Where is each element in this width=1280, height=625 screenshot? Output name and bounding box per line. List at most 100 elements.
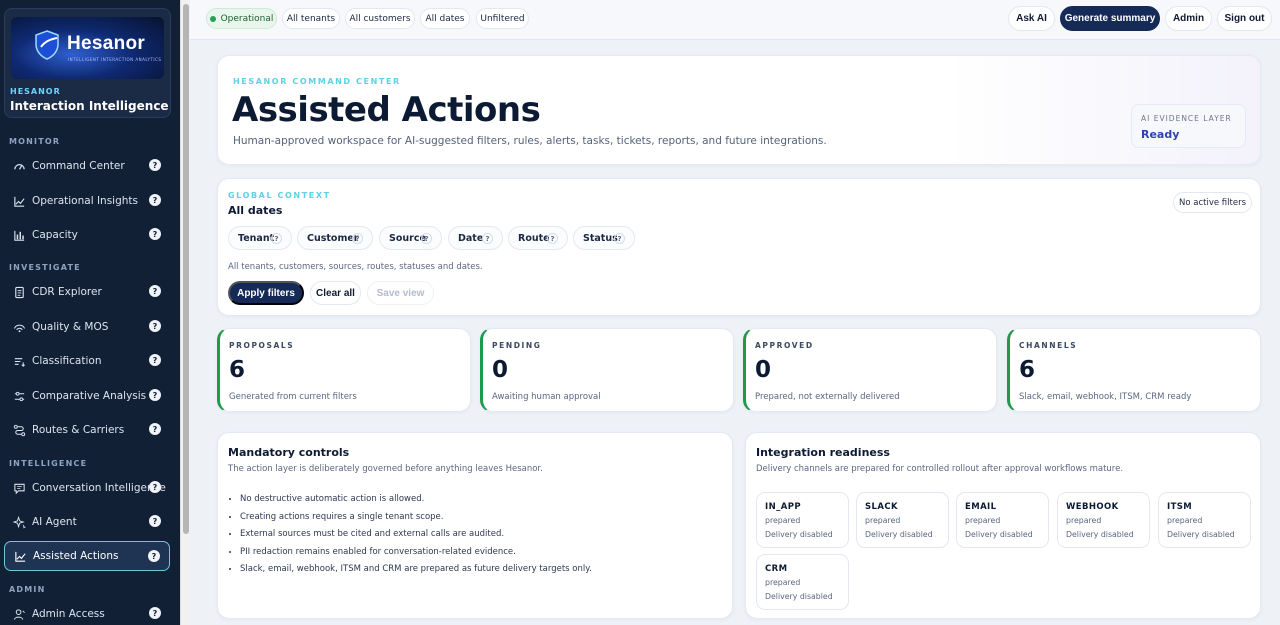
channel-name: EMAIL xyxy=(965,502,997,512)
scope-pill-customers[interactable]: All customers xyxy=(345,8,415,29)
stat-value: 0 xyxy=(492,357,509,383)
help-icon[interactable]: ? xyxy=(271,233,282,244)
sidebar-item-command-center[interactable]: Command Center ? xyxy=(4,151,170,181)
save-view-button[interactable]: Save view xyxy=(367,281,434,305)
channel-delivery: Delivery disabled xyxy=(965,530,1033,539)
nav-section-monitor: MONITOR xyxy=(9,137,61,146)
channel-card-itsm: ITSM prepared Delivery disabled xyxy=(1158,492,1251,548)
document-icon xyxy=(12,285,26,299)
channel-name: CRM xyxy=(765,564,788,574)
signal-icon xyxy=(12,320,26,334)
gauge-icon xyxy=(12,159,26,173)
controls-list: No destructive automatic action is allow… xyxy=(240,493,592,581)
stat-caption: Awaiting human approval xyxy=(492,392,601,402)
scope-pill-dates[interactable]: All dates xyxy=(420,8,470,29)
stat-label: PENDING xyxy=(492,341,542,350)
assisted-actions-icon xyxy=(13,549,27,563)
sidebar-item-label: AI Agent xyxy=(32,516,77,528)
help-icon[interactable]: ? xyxy=(149,159,161,171)
channel-name: ITSM xyxy=(1167,502,1193,512)
help-icon[interactable]: ? xyxy=(149,607,161,619)
sidebar-item-admin-access[interactable]: Admin Access ? xyxy=(4,599,170,625)
sidebar-item-quality-mos[interactable]: Quality & MOS ? xyxy=(4,312,170,342)
help-icon[interactable]: ? xyxy=(149,515,161,527)
filter-chip-label: Status xyxy=(583,232,618,244)
section-title: Integration readiness xyxy=(756,446,890,459)
sidebar-item-assisted-actions[interactable]: Assisted Actions ? xyxy=(4,541,170,571)
section-subtitle: Delivery channels are prepared for contr… xyxy=(756,464,1124,474)
apply-filters-button[interactable]: Apply filters xyxy=(228,281,304,305)
hero-card: HESANOR COMMAND CENTER Assisted Actions … xyxy=(217,55,1261,165)
sliders-icon xyxy=(12,389,26,403)
filter-chip-source[interactable]: Source? xyxy=(379,226,442,250)
sidebar-item-label: Routes & Carriers xyxy=(32,424,125,436)
list-item: No destructive automatic action is allow… xyxy=(240,493,592,511)
help-icon[interactable]: ? xyxy=(149,228,161,240)
filter-chip-label: Route xyxy=(518,232,550,244)
help-icon[interactable]: ? xyxy=(149,194,161,206)
sidebar-item-label: Conversation Intelligence xyxy=(32,482,166,494)
ask-ai-button[interactable]: Ask AI xyxy=(1008,6,1055,31)
help-icon[interactable]: ? xyxy=(547,233,558,244)
sidebar-item-label: CDR Explorer xyxy=(32,286,102,298)
help-icon[interactable]: ? xyxy=(149,320,161,332)
scrollbar-thumb[interactable] xyxy=(183,4,189,534)
filter-chip-status[interactable]: Status? xyxy=(573,226,635,250)
filter-chip-route[interactable]: Route? xyxy=(508,226,568,250)
sign-out-button[interactable]: Sign out xyxy=(1217,6,1272,31)
stat-caption: Prepared, not externally delivered xyxy=(755,392,900,402)
sidebar-scrollbar[interactable] xyxy=(180,0,190,625)
sparkle-icon xyxy=(12,515,26,529)
stat-value: 6 xyxy=(1019,357,1036,383)
list-item: Slack, email, webhook, ITSM and CRM are … xyxy=(240,563,592,581)
clear-all-button[interactable]: Clear all xyxy=(310,281,361,305)
filter-chip-label: Customer xyxy=(307,232,359,244)
help-icon[interactable]: ? xyxy=(614,233,625,244)
list-item: Creating actions requires a single tenan… xyxy=(240,511,592,529)
scope-pill-unfiltered[interactable]: Unfiltered xyxy=(476,8,529,29)
sidebar-item-label: Operational Insights xyxy=(32,195,138,207)
section-subtitle: The action layer is deliberately governe… xyxy=(228,464,543,474)
context-kicker: GLOBAL CONTEXT xyxy=(228,191,331,200)
sidebar-item-classification[interactable]: Classification ? xyxy=(4,346,170,376)
sidebar-item-operational-insights[interactable]: Operational Insights ? xyxy=(4,186,170,216)
page-title: Assisted Actions xyxy=(232,90,541,130)
nav-section-admin: ADMIN xyxy=(9,585,46,594)
channel-state: prepared xyxy=(865,516,901,525)
help-icon[interactable]: ? xyxy=(149,285,161,297)
help-icon[interactable]: ? xyxy=(149,423,161,435)
generate-summary-button[interactable]: Generate summary xyxy=(1060,6,1160,31)
sidebar-item-label: Command Center xyxy=(32,160,125,172)
filter-chip-customer[interactable]: Customer? xyxy=(297,226,373,250)
filter-chip-date[interactable]: Date? xyxy=(448,226,503,250)
help-icon[interactable]: ? xyxy=(149,389,161,401)
help-icon[interactable]: ? xyxy=(421,233,432,244)
stat-card-proposals: PROPOSALS 6 Generated from current filte… xyxy=(217,328,471,412)
admin-button[interactable]: Admin xyxy=(1165,6,1212,31)
logo-tagline: INTELLIGENT INTERACTION ANALYTICS xyxy=(68,57,162,62)
brand-name: Interaction Intelligence xyxy=(10,99,169,113)
sidebar-item-cdr-explorer[interactable]: CDR Explorer ? xyxy=(4,277,170,307)
global-context-card: GLOBAL CONTEXT All dates No active filte… xyxy=(217,178,1261,316)
route-icon xyxy=(12,423,26,437)
help-icon[interactable]: ? xyxy=(149,354,161,366)
help-icon[interactable]: ? xyxy=(352,233,363,244)
filter-chip-tenant[interactable]: Tenant? xyxy=(228,226,292,250)
scope-pill-tenants[interactable]: All tenants xyxy=(282,8,340,29)
help-icon[interactable]: ? xyxy=(149,481,161,493)
stat-value: 0 xyxy=(755,357,772,383)
sidebar-item-comparative-analysis[interactable]: Comparative Analysis ? xyxy=(4,381,170,411)
sidebar-item-conversation-intelligence[interactable]: Conversation Intelligence ? xyxy=(4,473,170,503)
sidebar-item-capacity[interactable]: Capacity ? xyxy=(4,220,170,250)
stat-card-channels: CHANNELS 6 Slack, email, webhook, ITSM, … xyxy=(1007,328,1261,412)
sidebar-item-ai-agent[interactable]: AI Agent ? xyxy=(4,507,170,537)
stat-card-pending: PENDING 0 Awaiting human approval xyxy=(480,328,734,412)
help-icon[interactable]: ? xyxy=(148,550,160,562)
sidebar-item-routes-carriers[interactable]: Routes & Carriers ? xyxy=(4,415,170,445)
mandatory-controls-card: Mandatory controls The action layer is d… xyxy=(217,432,733,619)
stat-label: APPROVED xyxy=(755,341,814,350)
page-subtitle: Human-approved workspace for AI-suggeste… xyxy=(233,135,827,147)
help-icon[interactable]: ? xyxy=(482,233,493,244)
channel-name: WEBHOOK xyxy=(1066,502,1119,512)
stat-caption: Slack, email, webhook, ITSM, CRM ready xyxy=(1019,392,1192,402)
